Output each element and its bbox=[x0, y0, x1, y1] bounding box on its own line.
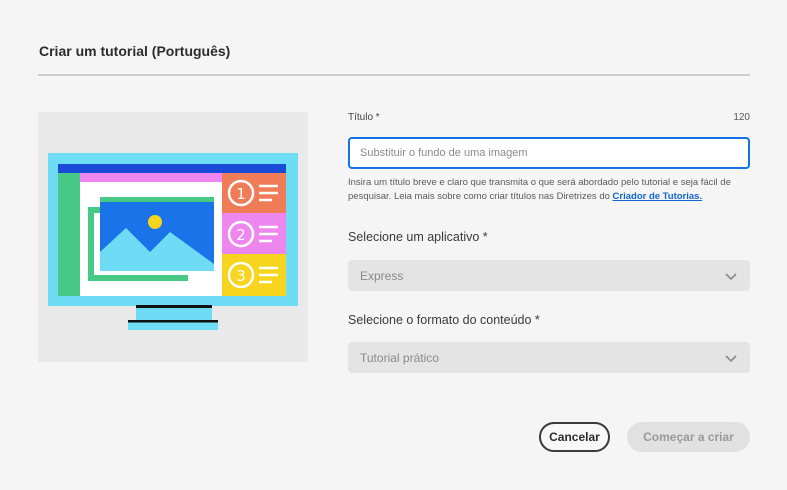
window-title-bar bbox=[58, 164, 286, 173]
create-tutorial-dialog: Criar um tutorial (Português) 1 2 3 Títu… bbox=[0, 0, 787, 490]
step-number-1: 1 bbox=[236, 185, 246, 203]
sun bbox=[148, 215, 162, 229]
monitor-neck bbox=[136, 306, 212, 320]
start-creating-button[interactable]: Começar a criar bbox=[627, 422, 750, 452]
title-help-text: Insira um título breve e claro que trans… bbox=[348, 176, 752, 204]
format-select-label: Selecione o formato do conteúdo * bbox=[348, 313, 540, 327]
guidelines-link[interactable]: Criador de Tutorias. bbox=[613, 191, 703, 202]
dialog-title: Criar um tutorial (Português) bbox=[39, 43, 231, 59]
monitor-illustration: 1 2 3 bbox=[48, 153, 298, 330]
format-select-value: Tutorial prático bbox=[360, 350, 439, 365]
title-char-counter: 120 bbox=[733, 112, 750, 123]
window-pink-strip bbox=[80, 173, 222, 182]
window-sidebar bbox=[58, 173, 80, 296]
step-number-3: 3 bbox=[236, 267, 246, 285]
title-input[interactable] bbox=[348, 137, 750, 169]
header-divider bbox=[38, 74, 750, 76]
tutorial-illustration: 1 2 3 bbox=[38, 112, 308, 362]
step-number-2: 2 bbox=[236, 226, 246, 244]
chevron-down-icon bbox=[725, 272, 737, 280]
format-select[interactable]: Tutorial prático bbox=[348, 342, 750, 373]
cancel-button[interactable]: Cancelar bbox=[539, 422, 610, 452]
title-label: Título * bbox=[348, 112, 380, 123]
app-select-label: Selecione um aplicativo * bbox=[348, 230, 488, 244]
app-select[interactable]: Express bbox=[348, 260, 750, 291]
app-select-value: Express bbox=[360, 268, 404, 283]
chevron-down-icon bbox=[725, 354, 737, 362]
